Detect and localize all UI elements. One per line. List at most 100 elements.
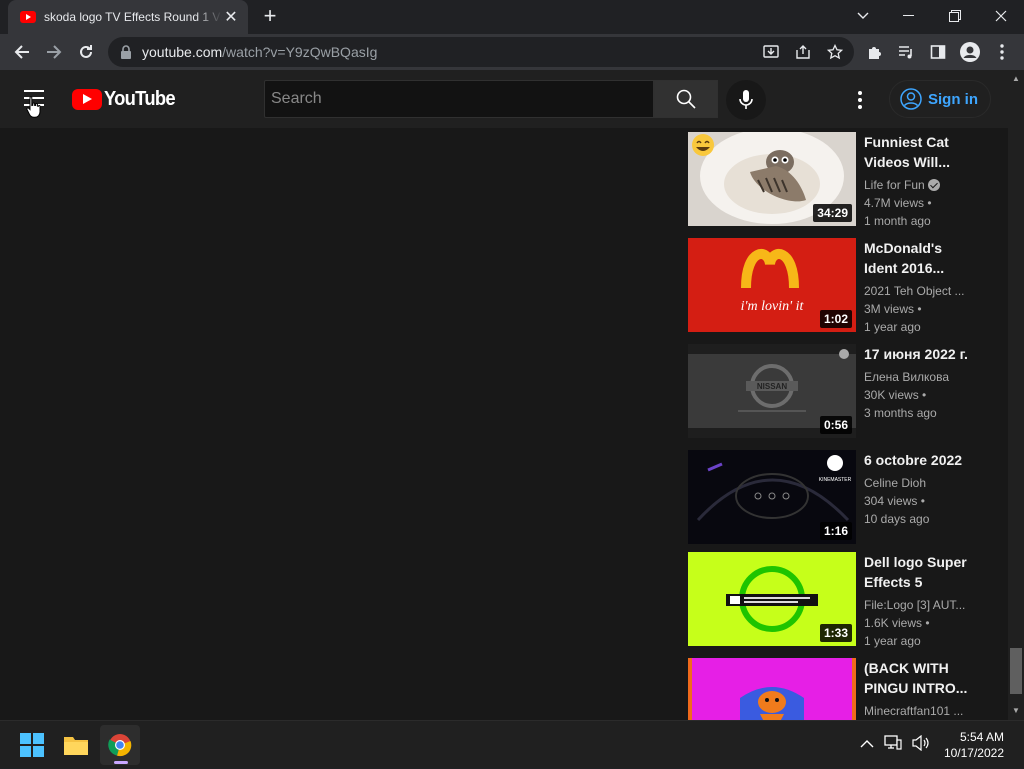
video-duration: 34:29	[813, 204, 852, 222]
close-window-button[interactable]	[978, 0, 1024, 32]
scroll-up-icon[interactable]: ▲	[1012, 74, 1020, 83]
chrome-taskbar-button[interactable]	[100, 725, 140, 765]
recommended-video[interactable]: KINEMASTER 1:16 6 octobre 2022 Celine Di…	[688, 450, 988, 544]
extensions-button[interactable]	[858, 36, 890, 68]
youtube-masthead: YouTube Search Sign in	[0, 70, 1008, 128]
arrow-left-icon	[14, 45, 29, 59]
speaker-icon	[912, 734, 929, 751]
video-thumbnail[interactable]: i'm lovin' it 1:02	[688, 238, 856, 332]
minimize-icon	[903, 15, 914, 16]
media-controls-button[interactable]	[890, 36, 922, 68]
restore-button[interactable]	[932, 0, 978, 32]
channel-name[interactable]: File:Logo [3] AUT...	[864, 596, 968, 614]
video-thumbnail[interactable]: NISSAN 0:56	[688, 344, 856, 438]
tab-search-button[interactable]	[840, 0, 886, 32]
taskbar-clock[interactable]: 5:54 AM 10/17/2022	[944, 729, 1004, 761]
voice-search-button[interactable]	[726, 80, 766, 120]
volume-button[interactable]	[912, 734, 930, 756]
sign-in-label: Sign in	[928, 90, 978, 108]
search-button[interactable]	[654, 80, 718, 118]
scroll-down-icon[interactable]: ▼	[1012, 706, 1020, 715]
scrollbar-thumb[interactable]	[1010, 648, 1022, 694]
video-title[interactable]: (BACK WITH PINGU INTRO...	[864, 658, 968, 698]
system-tray	[860, 721, 930, 769]
video-duration: 1:02	[819, 310, 852, 328]
profile-button[interactable]	[954, 36, 986, 68]
search-placeholder: Search	[271, 90, 322, 107]
upload-age: 1 month ago	[864, 214, 931, 228]
start-button[interactable]	[12, 725, 52, 765]
address-bar[interactable]: youtube.com/watch?v=Y9zQwBQasIg	[108, 37, 854, 67]
video-thumbnail[interactable]: KINEMASTER 1:16	[688, 450, 856, 544]
channel-name[interactable]: Celine Dioh	[864, 474, 968, 492]
clock-date: 10/17/2022	[943, 746, 1004, 760]
upload-age: 3 months ago	[864, 406, 937, 420]
chevron-up-icon	[860, 740, 874, 748]
page-scrollbar[interactable]: ▲ ▼	[1008, 70, 1024, 720]
channel-name[interactable]: Елена Вилкова	[864, 368, 968, 386]
settings-menu-button[interactable]	[850, 88, 870, 112]
upload-age: 10 days ago	[864, 512, 930, 526]
recommended-video[interactable]: i'm lovin' it 1:02 McDonald's Ident 2016…	[688, 238, 988, 334]
url-path: /watch?v=Y9zQwBQasIg	[222, 44, 378, 60]
youtube-page: YouTube Search Sign in 34:29 Funniest Ca…	[0, 70, 1008, 720]
forward-button[interactable]	[38, 36, 70, 68]
tab-title: skoda logo TV Effects Round 1 Vs	[44, 10, 222, 24]
video-title[interactable]: 17 июня 2022 г.	[864, 344, 968, 364]
youtube-favicon-icon	[20, 11, 36, 23]
sign-in-button[interactable]: Sign in	[889, 80, 991, 118]
youtube-logo[interactable]: YouTube	[72, 88, 181, 111]
upload-age: 1 year ago	[864, 634, 921, 648]
side-panel-icon	[930, 45, 946, 59]
tab-close-icon[interactable]: ✕	[222, 7, 240, 27]
chrome-menu-button[interactable]	[986, 36, 1018, 68]
clock-time: 5:54 AM	[959, 730, 1004, 744]
channel-name[interactable]: 2021 Teh Object ...	[864, 282, 968, 300]
video-duration: 1:16	[819, 522, 852, 540]
recommended-video[interactable]: 1:33 Dell logo Super Effects 5 File:Logo…	[688, 552, 988, 648]
view-count: 4.7M views •	[864, 196, 932, 210]
reload-button[interactable]	[70, 36, 102, 68]
recommended-video[interactable]: NISSAN 0:56 17 июня 2022 г. Елена Вилков…	[688, 344, 988, 438]
video-title[interactable]: Funniest Cat Videos Will...	[864, 132, 968, 172]
video-thumbnail[interactable]: 34:29	[688, 132, 856, 226]
search-input[interactable]: Search	[264, 80, 654, 118]
video-thumbnail[interactable]	[688, 658, 856, 720]
video-title[interactable]: 6 octobre 2022	[864, 450, 968, 470]
side-panel-button[interactable]	[922, 36, 954, 68]
chevron-down-icon	[857, 12, 869, 19]
windows-taskbar: 5:54 AM 10/17/2022	[0, 720, 1024, 768]
reload-icon	[80, 45, 92, 58]
network-icon	[884, 734, 902, 750]
network-button[interactable]	[884, 734, 902, 756]
puzzle-icon	[869, 47, 881, 59]
profile-avatar-icon	[960, 42, 980, 62]
browser-tab[interactable]: skoda logo TV Effects Round 1 Vs ✕	[8, 0, 248, 34]
kebab-menu-icon	[858, 91, 862, 95]
back-button[interactable]	[6, 36, 38, 68]
channel-name[interactable]: Life for Fun	[864, 178, 925, 192]
bookmark-star-icon[interactable]	[824, 41, 846, 63]
tab-strip: skoda logo TV Effects Round 1 Vs ✕ +	[0, 0, 1024, 34]
file-explorer-button[interactable]	[56, 725, 96, 765]
arrow-right-icon	[47, 45, 62, 59]
show-hidden-icons-button[interactable]	[860, 736, 874, 754]
hamburger-menu-icon	[24, 90, 44, 92]
view-count: 1.6K views •	[864, 616, 930, 630]
upload-age: 1 year ago	[864, 320, 921, 334]
new-tab-button[interactable]: +	[258, 4, 282, 28]
recommended-video[interactable]: (BACK WITH PINGU INTRO... Minecraftfan10…	[688, 658, 988, 720]
share-icon[interactable]	[792, 41, 814, 63]
pingu-thumbnail-art	[688, 658, 856, 720]
svg-text:NISSAN: NISSAN	[757, 382, 787, 391]
minimize-button[interactable]	[886, 0, 932, 32]
channel-name-row: Life for Fun	[864, 176, 968, 194]
video-title[interactable]: Dell logo Super Effects 5	[864, 552, 968, 592]
logo-wordmark: YouTube	[104, 88, 176, 110]
view-count: 3M views •	[864, 302, 922, 316]
video-thumbnail[interactable]: 1:33	[688, 552, 856, 646]
video-title[interactable]: McDonald's Ident 2016...	[864, 238, 968, 278]
channel-name[interactable]: Minecraftfan101 ...	[864, 702, 968, 720]
install-app-icon[interactable]	[760, 41, 782, 63]
recommended-video[interactable]: 34:29 Funniest Cat Videos Will... Life f…	[688, 132, 988, 228]
